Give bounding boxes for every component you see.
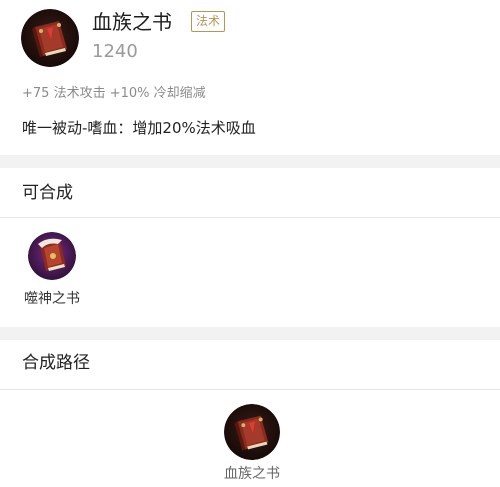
item-header: 血族之书 法术 1240 +75 法术攻击 +10% 冷却缩减 唯一被动-嗜血：… [0,0,500,155]
book-of-blood-icon [224,404,280,460]
section-title-can-combine: 可合成 [22,183,73,203]
item-type-badge: 法术 [191,11,226,32]
section-title-combine-path: 合成路径 [22,353,90,373]
path-item-book-of-blood[interactable]: 血族之书 [214,404,290,483]
item-name: 血族之书 [92,10,172,34]
combine-item-label: 噬神之书 [24,291,80,307]
section-separator [0,327,500,340]
book-of-blood-icon [21,9,79,67]
path-item-label: 血族之书 [224,466,280,482]
divider [0,389,500,390]
item-price: 1240 [92,41,138,62]
section-separator [0,155,500,168]
item-stats: +75 法术攻击 +10% 冷却缩减 [22,86,206,101]
item-passive-description: 唯一被动-嗜血：增加20%法术吸血 [22,119,256,137]
combine-item-devouring-book[interactable]: 噬神之书 [14,232,90,308]
divider [0,217,500,218]
devouring-book-icon [28,232,76,280]
